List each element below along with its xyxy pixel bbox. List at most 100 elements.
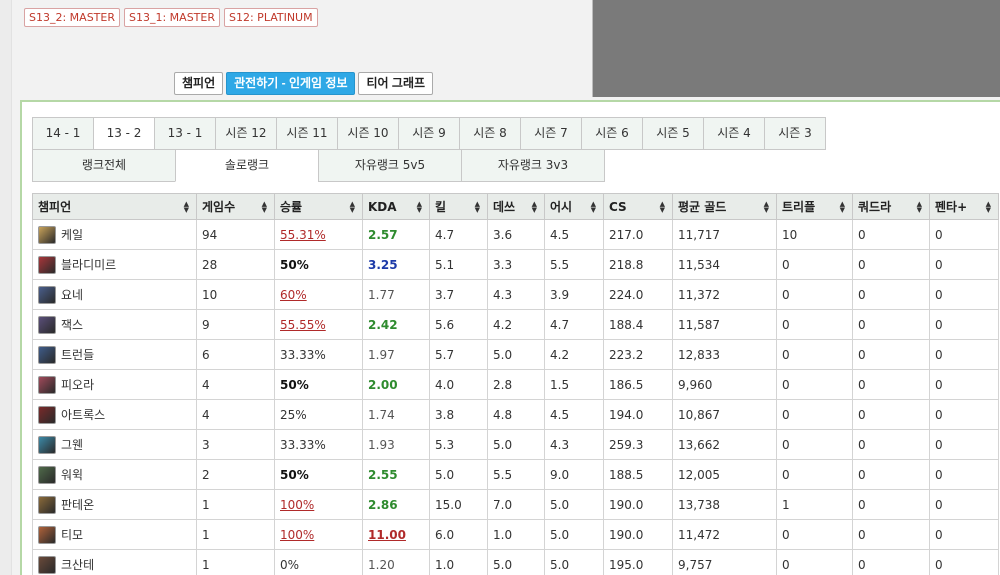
avg-gold-cell: 11,372 — [672, 279, 777, 310]
sort-icon[interactable]: ▲ ▼ — [475, 200, 480, 213]
champion-portrait-icon[interactable] — [38, 405, 56, 424]
column-header[interactable]: KDA ▲ ▼ — [362, 193, 430, 220]
sort-icon[interactable]: ▲ ▼ — [417, 200, 422, 213]
season-tab[interactable]: 시즌 7 — [520, 117, 582, 150]
sort-icon[interactable]: ▲ ▼ — [986, 200, 991, 213]
sort-icon[interactable]: ▲ ▼ — [591, 200, 596, 213]
season-tab[interactable]: 시즌 5 — [642, 117, 704, 150]
kda-cell: 2.86 — [362, 489, 430, 520]
champion-info: 그웬 — [38, 435, 191, 454]
deaths-cell: 4.3 — [487, 279, 545, 310]
champion-portrait-icon[interactable] — [38, 255, 56, 274]
triple-kill-cell-value: 0 — [782, 407, 790, 422]
sort-icon[interactable]: ▲ ▼ — [262, 200, 267, 213]
penta-kill-cell: 0 — [929, 429, 999, 460]
champion-cell: 판테온 — [32, 489, 197, 520]
penta-kill-cell: 0 — [929, 249, 999, 280]
column-header[interactable]: 어시 ▲ ▼ — [544, 193, 604, 220]
kda-cell: 3.25 — [362, 249, 430, 280]
games-cell: 28 — [196, 249, 275, 280]
queue-tab[interactable]: 랭크전체 — [32, 149, 176, 182]
winrate-cell: 50% — [274, 459, 363, 490]
column-header[interactable]: 킬 ▲ ▼ — [429, 193, 488, 220]
avg-gold-cell-value: 10,867 — [678, 407, 720, 422]
column-header-label: 트리플 — [782, 200, 816, 214]
avg-gold-cell: 10,867 — [672, 399, 777, 430]
quadra-kill-cell: 0 — [852, 249, 930, 280]
triple-kill-cell: 10 — [776, 219, 853, 250]
champion-portrait-icon[interactable] — [38, 375, 56, 394]
season-tab[interactable]: 시즌 9 — [398, 117, 460, 150]
sort-icon[interactable]: ▲ ▼ — [184, 200, 189, 213]
view-tab-button[interactable]: 챔피언 — [174, 72, 224, 95]
tier-history: S13_2: MASTER S13_1: MASTER S12: PLATINUM — [24, 8, 318, 27]
champion-info: 티모 — [38, 525, 191, 544]
season-tab[interactable]: 14 - 1 — [32, 117, 94, 150]
avg-gold-cell: 11,717 — [672, 219, 777, 250]
view-tab-button[interactable]: 티어 그래프 — [358, 72, 434, 95]
champion-portrait-icon[interactable] — [38, 345, 56, 364]
season-tab[interactable]: 13 - 2 — [93, 117, 155, 150]
sort-icon[interactable]: ▲ ▼ — [764, 200, 769, 213]
view-tab-button[interactable]: 관전하기 - 인게임 정보 — [226, 72, 356, 95]
quadra-kill-cell-value: 0 — [858, 317, 866, 332]
quadra-kill-cell-value: 0 — [858, 437, 866, 452]
table-header-row: 챔피언 ▲ ▼ 게임수 ▲ ▼ 승률 ▲ ▼ KDA ▲ ▼ 킬 ▲ ▼ 데쓰 ▲ ▼ 어시 ▲ ▼ CS ▲ ▼ 평균 골드 ▲… — [32, 193, 999, 220]
season-tab[interactable]: 시즌 10 — [337, 117, 399, 150]
champion-portrait-icon[interactable] — [38, 495, 56, 514]
champion-name: 요네 — [61, 288, 84, 302]
column-header[interactable]: 승률 ▲ ▼ — [274, 193, 363, 220]
table-row: 판테온 1 100% 2.86 15.0 7.0 5.0 190.0 13,738 1 0 0 — [32, 489, 999, 520]
quadra-kill-cell-value: 0 — [858, 527, 866, 542]
kills-cell: 4.7 — [429, 219, 488, 250]
penta-kill-cell: 0 — [929, 369, 999, 400]
deaths-cell: 1.0 — [487, 519, 545, 550]
queue-tab[interactable]: 솔로랭크 — [175, 149, 319, 182]
column-header[interactable]: 평균 골드 ▲ ▼ — [672, 193, 777, 220]
avg-gold-cell-value: 9,757 — [678, 557, 713, 572]
table-row: 크산테 1 0% 1.20 1.0 5.0 5.0 195.0 9,757 0 0 0 — [32, 549, 999, 575]
season-tab[interactable]: 13 - 1 — [154, 117, 216, 150]
champion-portrait-icon[interactable] — [38, 525, 56, 544]
sort-icon[interactable]: ▲ ▼ — [660, 200, 665, 213]
champion-cell: 워윅 — [32, 459, 197, 490]
season-tab[interactable]: 시즌 6 — [581, 117, 643, 150]
season-tab[interactable]: 시즌 4 — [703, 117, 765, 150]
champion-portrait-icon[interactable] — [38, 465, 56, 484]
champion-portrait-icon[interactable] — [38, 285, 56, 304]
sort-icon[interactable]: ▲ ▼ — [350, 200, 355, 213]
games-cell: 3 — [196, 429, 275, 460]
assists-cell: 1.5 — [544, 369, 604, 400]
penta-kill-cell-value: 0 — [935, 557, 943, 572]
sort-icon[interactable]: ▲ ▼ — [917, 200, 922, 213]
quadra-kill-cell: 0 — [852, 399, 930, 430]
queue-tab[interactable]: 자유랭크 3v3 — [461, 149, 605, 182]
penta-kill-cell: 0 — [929, 459, 999, 490]
sort-icon[interactable]: ▲ ▼ — [840, 200, 845, 213]
column-header[interactable]: 쿼드라 ▲ ▼ — [852, 193, 930, 220]
column-header[interactable]: 데쓰 ▲ ▼ — [487, 193, 545, 220]
champion-portrait-icon[interactable] — [38, 435, 56, 454]
sort-icon[interactable]: ▲ ▼ — [532, 200, 537, 213]
season-tab[interactable]: 시즌 3 — [764, 117, 826, 150]
champion-portrait-icon[interactable] — [38, 225, 56, 244]
penta-kill-cell: 0 — [929, 309, 999, 340]
avg-gold-cell-value: 13,662 — [678, 437, 720, 452]
column-header[interactable]: CS ▲ ▼ — [603, 193, 673, 220]
season-tab[interactable]: 시즌 11 — [276, 117, 338, 150]
champion-name: 티모 — [61, 528, 84, 542]
quadra-kill-cell-value: 0 — [858, 347, 866, 362]
champion-portrait-icon[interactable] — [38, 555, 56, 574]
penta-kill-cell: 0 — [929, 519, 999, 550]
queue-tab[interactable]: 자유랭크 5v5 — [318, 149, 462, 182]
kills-cell: 5.3 — [429, 429, 488, 460]
triple-kill-cell: 0 — [776, 519, 853, 550]
column-header[interactable]: 트리플 ▲ ▼ — [776, 193, 853, 220]
games-cell-value: 9 — [202, 317, 210, 332]
column-header[interactable]: 펜타+ ▲ ▼ — [929, 193, 999, 220]
column-header[interactable]: 게임수 ▲ ▼ — [196, 193, 275, 220]
column-header[interactable]: 챔피언 ▲ ▼ — [32, 193, 197, 220]
season-tab[interactable]: 시즌 12 — [215, 117, 277, 150]
season-tab[interactable]: 시즌 8 — [459, 117, 521, 150]
champion-portrait-icon[interactable] — [38, 315, 56, 334]
